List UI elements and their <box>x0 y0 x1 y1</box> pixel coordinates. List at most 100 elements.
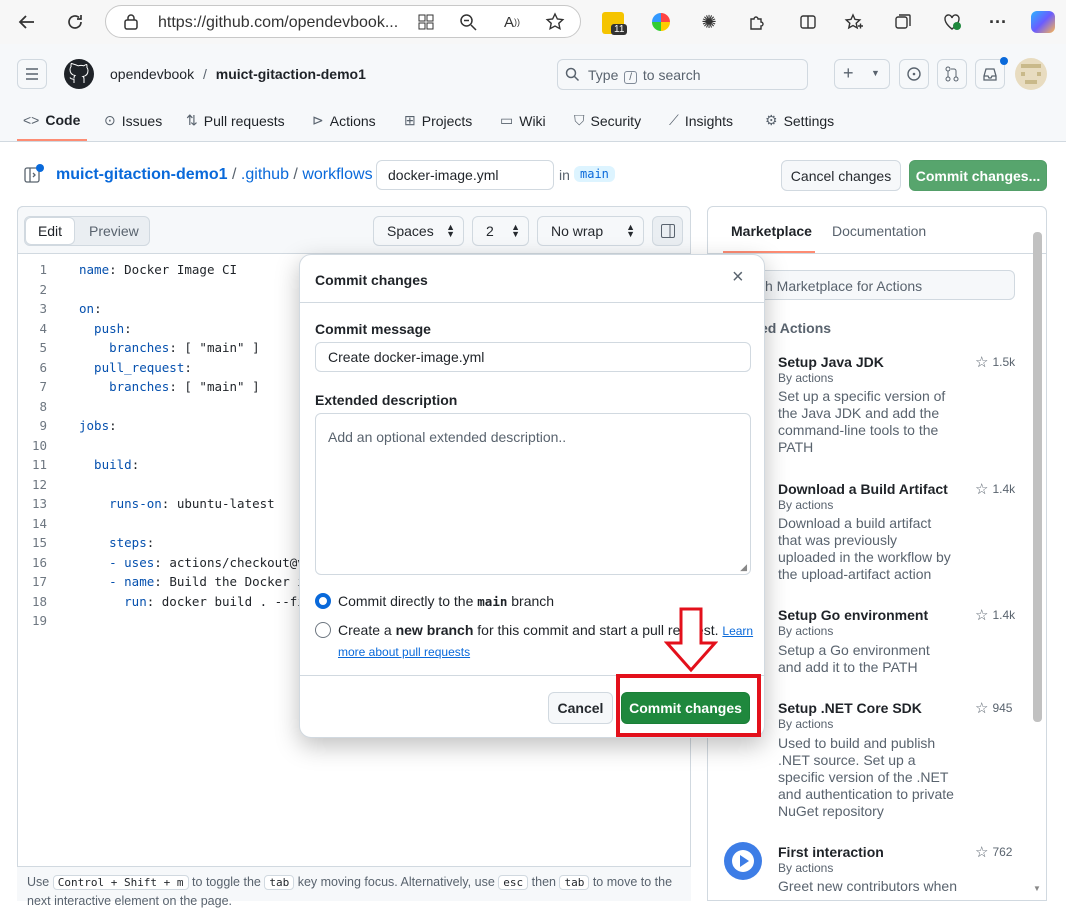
learn-more-link[interactable]: Learn <box>722 624 753 638</box>
tab-insights[interactable]: ⟋ Insights <box>669 112 733 129</box>
code-line[interactable]: run: docker build . --fil <box>79 594 299 614</box>
url-text[interactable]: https://github.com/opendevbook... <box>158 14 398 32</box>
favorites-icon[interactable] <box>841 9 867 35</box>
scrollbar-thumb[interactable] <box>1033 232 1042 722</box>
cancel-changes-button[interactable]: Cancel changes <box>781 160 901 191</box>
pull-requests-icon[interactable] <box>937 59 967 89</box>
repo-link[interactable]: muict-gitaction-demo1 <box>216 66 366 82</box>
issues-icon[interactable] <box>899 59 929 89</box>
puzzle-extensions-icon[interactable] <box>744 9 770 35</box>
edit-tab[interactable]: Edit <box>25 217 75 245</box>
tab-pull-requests[interactable]: ⇅ Pull requests <box>186 112 285 129</box>
app-grid-icon[interactable] <box>413 9 439 35</box>
tab-actions[interactable]: ⊳ Actions <box>312 112 376 129</box>
learn-more-link-line2[interactable]: more about pull requests <box>338 645 470 659</box>
commit-directly-radio[interactable] <box>315 593 331 609</box>
line-number: 10 <box>31 437 47 453</box>
code-line[interactable]: build: <box>79 457 139 477</box>
collections-icon[interactable] <box>890 9 916 35</box>
tab-security[interactable]: ⛉ Security <box>574 112 641 129</box>
bug-icon[interactable]: ✺ <box>696 9 722 35</box>
select-arrows-icon: ▲ ▼ <box>626 222 635 239</box>
resize-handle-icon[interactable]: ◢ <box>740 562 747 573</box>
sidebar-toggle-icon[interactable] <box>652 216 683 246</box>
owner-link[interactable]: opendevbook <box>110 66 194 82</box>
action-title-first-interaction[interactable]: First interaction <box>778 844 884 860</box>
commit-changes-header-button[interactable]: Commit changes... <box>909 160 1047 191</box>
action-title-java[interactable]: Setup Java JDK <box>778 354 884 370</box>
filename-input[interactable]: docker-image.yml <box>376 160 554 190</box>
commit-directly-label[interactable]: Commit directly to the main branch <box>338 593 554 609</box>
code-line[interactable]: pull_request: <box>79 360 192 380</box>
code-line[interactable]: branches: [ "main" ] <box>79 340 260 360</box>
breadcrumb-github-dir[interactable]: .github <box>241 166 289 183</box>
wrap-mode-select[interactable]: No wrap ▲ ▼ <box>537 216 644 246</box>
copilot-icon[interactable] <box>1031 11 1055 33</box>
code-line[interactable]: jobs: <box>79 418 117 438</box>
site-info-icon[interactable] <box>122 14 140 30</box>
line-number: 8 <box>39 398 47 414</box>
keyboard-hint: Use Control + Shift + m to toggle the ta… <box>27 875 673 890</box>
breadcrumb-workflows-dir[interactable]: workflows <box>302 166 372 183</box>
tab-issues[interactable]: ⊙ Issues <box>104 112 162 129</box>
code-line[interactable]: push: <box>79 321 132 341</box>
marketplace-search-input[interactable]: ch Marketplace for Actions <box>745 270 1015 300</box>
zoom-icon[interactable] <box>455 9 481 35</box>
indent-size-select[interactable]: 2 ▲ ▼ <box>472 216 529 246</box>
code-line[interactable]: branches: [ "main" ] <box>79 379 260 399</box>
code-line[interactable]: name: Docker Image CI <box>79 262 237 282</box>
action-description: Download a build artifact that was previ… <box>778 515 951 582</box>
slash-key-hint: / <box>624 71 638 84</box>
action-title-artifact[interactable]: Download a Build Artifact <box>778 481 948 497</box>
tab-documentation[interactable]: Documentation <box>832 223 926 239</box>
star-icon: ☆ <box>975 607 989 624</box>
read-aloud-icon[interactable]: A)) <box>499 9 525 35</box>
scroll-down-icon[interactable]: ▼ <box>1033 884 1041 893</box>
avatar[interactable] <box>1015 58 1047 90</box>
new-branch-radio[interactable] <box>315 622 331 638</box>
more-menu-icon[interactable]: ··· <box>985 9 1011 35</box>
action-title-go[interactable]: Setup Go environment <box>778 607 928 623</box>
back-icon[interactable] <box>14 9 40 35</box>
cancel-button[interactable]: Cancel <box>548 692 613 724</box>
color-extension-icon[interactable] <box>652 13 670 31</box>
split-screen-icon[interactable] <box>795 9 821 35</box>
close-icon[interactable]: × <box>732 266 744 289</box>
action-author: By actions <box>778 498 834 512</box>
line-number: 1 <box>39 262 47 277</box>
preview-tab[interactable]: Preview <box>89 223 139 239</box>
editor-footer: Use Control + Shift + m to toggle the ta… <box>17 866 691 908</box>
tab-marketplace[interactable]: Marketplace <box>731 223 812 239</box>
favorite-star-icon[interactable] <box>542 9 568 35</box>
code-line[interactable]: on: <box>79 301 102 321</box>
tab-projects[interactable]: ⊞ Projects <box>404 112 472 129</box>
github-logo-icon[interactable] <box>63 58 95 90</box>
code-line[interactable]: runs-on: ubuntu-latest <box>79 496 275 516</box>
gear-icon: ⚙ <box>765 112 778 128</box>
create-new-button[interactable]: + ▼ <box>834 59 890 89</box>
code-line[interactable]: steps: <box>79 535 154 555</box>
browser-essentials-icon[interactable] <box>939 9 965 35</box>
sidebar-dot <box>36 164 44 172</box>
commit-message-input[interactable]: Create docker-image.yml <box>315 342 751 372</box>
code-line[interactable]: - uses: actions/checkout@v4 <box>79 555 299 575</box>
repo-path: opendevbook / muict-gitaction-demo1 <box>110 66 366 82</box>
tab-code[interactable]: <> Code <box>23 112 80 128</box>
action-description: Setup a Go environment and add it to the… <box>778 642 930 675</box>
book-icon: ▭ <box>500 112 514 128</box>
indent-mode-select[interactable]: Spaces ▲ ▼ <box>373 216 464 246</box>
hamburger-menu-icon[interactable] <box>17 59 47 89</box>
global-search[interactable]: Type / to search <box>557 59 808 90</box>
tab-wiki[interactable]: ▭ Wiki <box>500 112 546 129</box>
code-line[interactable]: - name: Build the Docker im <box>79 574 299 594</box>
extended-description-textarea[interactable]: Add an optional extended description.. ◢ <box>315 413 751 575</box>
code-lines[interactable]: 1 name: Docker Image CI 2 3 on: 4 push: 5 bran… <box>17 262 299 642</box>
breadcrumb-repo[interactable]: muict-gitaction-demo1 <box>56 166 228 183</box>
code-icon: <> <box>23 112 40 128</box>
tab-settings[interactable]: ⚙ Settings <box>765 112 834 129</box>
refresh-icon[interactable] <box>62 9 88 35</box>
table-icon: ⊞ <box>404 112 416 128</box>
active-tab-underline <box>17 139 87 141</box>
action-title-dotnet[interactable]: Setup .NET Core SDK <box>778 700 922 716</box>
dialog-title: Commit changes <box>315 272 428 288</box>
